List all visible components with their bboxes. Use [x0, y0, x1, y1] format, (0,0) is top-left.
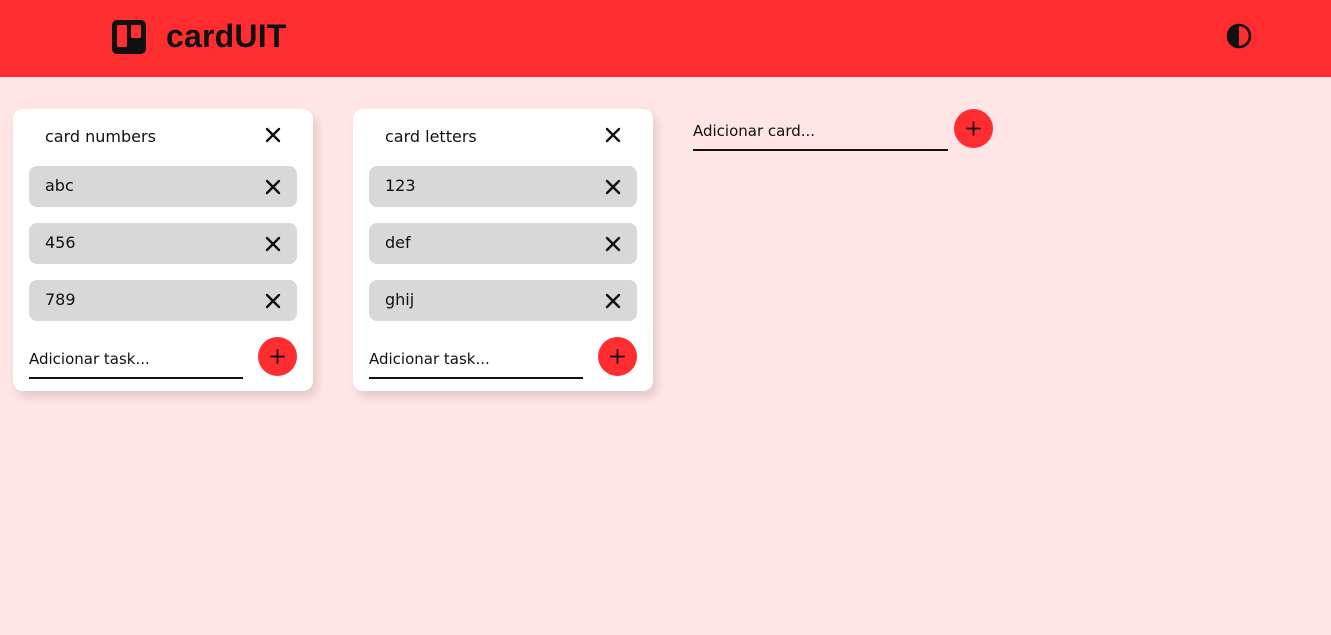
delete-card-icon[interactable] — [605, 127, 621, 143]
task-item[interactable]: ghij — [369, 280, 637, 321]
task-label: 789 — [45, 290, 76, 309]
add-task-input[interactable] — [29, 345, 243, 379]
task-item[interactable]: 789 — [29, 280, 297, 321]
delete-task-icon[interactable] — [265, 293, 281, 309]
plus-icon — [270, 349, 285, 364]
card: card letters 123 def ghij — [353, 109, 653, 391]
add-card-button[interactable] — [954, 109, 993, 148]
task-label: ghij — [385, 290, 415, 309]
task-label: abc — [45, 176, 74, 195]
contrast-half-circle-icon[interactable] — [1226, 23, 1252, 49]
delete-task-icon[interactable] — [605, 179, 621, 195]
task-item[interactable]: 123 — [369, 166, 637, 207]
card-title: card letters — [385, 127, 477, 146]
delete-card-icon[interactable] — [265, 127, 281, 143]
task-item[interactable]: 456 — [29, 223, 297, 264]
add-task-button[interactable] — [258, 337, 297, 376]
card: card numbers abc 456 789 — [13, 109, 313, 391]
add-task-input[interactable] — [369, 345, 583, 379]
top-bar: cardUIT — [0, 0, 1331, 77]
add-card-input[interactable] — [693, 117, 948, 151]
plus-icon — [610, 349, 625, 364]
task-label: 123 — [385, 176, 416, 195]
kanban-board-icon[interactable] — [112, 20, 146, 54]
add-task-button[interactable] — [598, 337, 637, 376]
delete-task-icon[interactable] — [605, 293, 621, 309]
card-title: card numbers — [45, 127, 156, 146]
delete-task-icon[interactable] — [265, 179, 281, 195]
task-item[interactable]: def — [369, 223, 637, 264]
delete-task-icon[interactable] — [265, 236, 281, 252]
task-item[interactable]: abc — [29, 166, 297, 207]
task-label: 456 — [45, 233, 76, 252]
task-label: def — [385, 233, 411, 252]
plus-icon — [966, 121, 981, 136]
app-name: cardUIT — [166, 18, 287, 54]
board: card numbers abc 456 789 Adicionar task.… — [0, 77, 1331, 635]
delete-task-icon[interactable] — [605, 236, 621, 252]
